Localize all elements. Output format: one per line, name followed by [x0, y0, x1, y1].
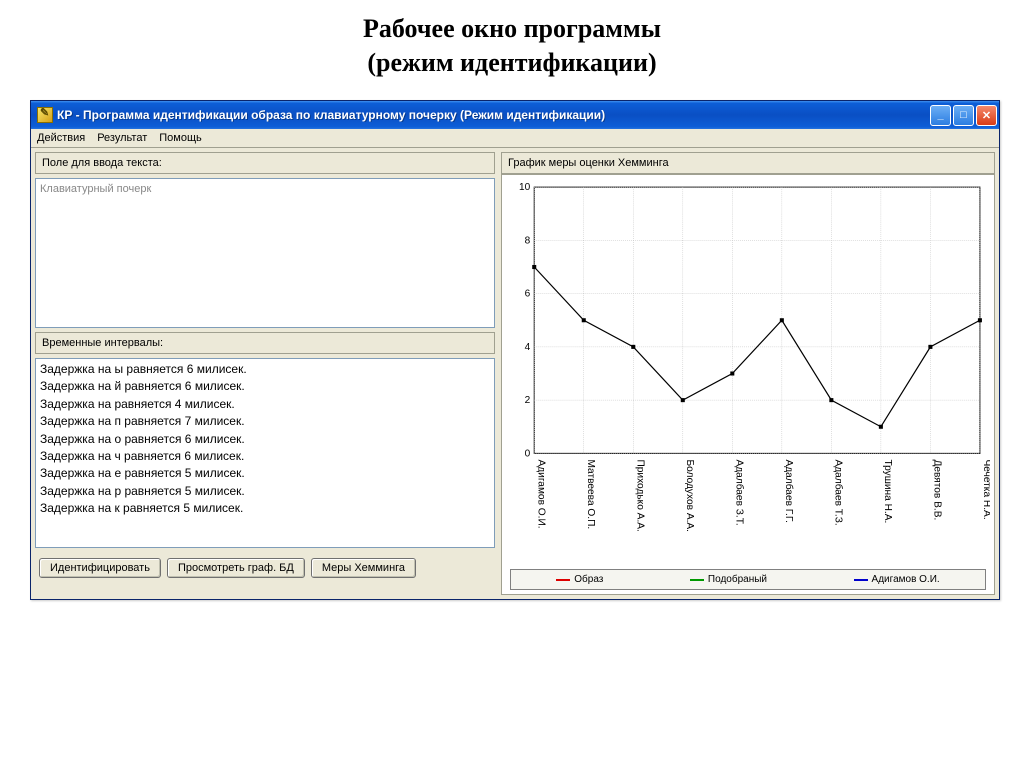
identify-button[interactable]: Идентифицировать: [39, 558, 161, 578]
button-bar: Идентифицировать Просмотреть граф. БД Ме…: [35, 552, 495, 584]
close-button[interactable]: ✕: [976, 105, 997, 126]
input-label: Поле для ввода текста:: [35, 152, 495, 174]
menu-help[interactable]: Помощь: [159, 132, 202, 144]
legend-label-person: Адигамов О.И.: [872, 574, 940, 585]
legend-swatch-blue: [854, 579, 868, 581]
list-item: Задержка на й равняется 6 милисек.: [40, 378, 490, 395]
chart-label: График меры оценки Хемминга: [501, 152, 995, 174]
list-item: Задержка на е равняется 5 милисек.: [40, 465, 490, 482]
legend-item-person: Адигамов О.И.: [854, 574, 940, 585]
svg-text:10: 10: [519, 182, 531, 193]
chart-legend: Образ Подобраный Адигамов О.И.: [510, 569, 986, 590]
svg-text:6: 6: [525, 289, 531, 300]
svg-text:8: 8: [525, 235, 531, 246]
legend-label-image: Образ: [574, 574, 603, 585]
list-item: Задержка на к равняется 5 милисек.: [40, 500, 490, 517]
page-heading: Рабочее окно программы (режим идентифика…: [0, 12, 1024, 80]
list-item: Задержка на п равняется 7 милисек.: [40, 413, 490, 430]
svg-text:2: 2: [525, 395, 531, 406]
svg-text:Адигамов О.И.: Адигамов О.И.: [535, 459, 546, 528]
list-item: Задержка на ы равняется 6 милисек.: [40, 361, 490, 378]
legend-item-image: Образ: [556, 574, 603, 585]
svg-text:Девятов В.В.: Девятов В.В.: [931, 459, 942, 520]
svg-text:Адалбаев Т.З.: Адалбаев Т.З.: [832, 459, 844, 525]
text-input[interactable]: Клавиатурный почерк: [35, 178, 495, 328]
svg-text:4: 4: [525, 342, 531, 353]
menu-result[interactable]: Результат: [97, 132, 147, 144]
chart-frame: 0 2 4 6 8 10 Адигамов О.И. Матвеева О.П. Приходь…: [501, 174, 995, 595]
legend-item-selected: Подобраный: [690, 574, 767, 585]
svg-text:Болодухов А.А.: Болодухов А.А.: [684, 459, 695, 532]
intervals-label: Временные интервалы:: [35, 332, 495, 354]
svg-text:Чечетка Н.А.: Чечетка Н.А.: [981, 459, 990, 519]
svg-text:Приходько А.А.: Приходько А.А.: [634, 459, 645, 531]
titlebar: КР - Программа идентификации образа по к…: [31, 101, 999, 129]
list-item: Задержка на о равняется 6 милисек.: [40, 431, 490, 448]
legend-label-selected: Подобраный: [708, 574, 767, 585]
maximize-button[interactable]: □: [953, 105, 974, 126]
view-graph-button[interactable]: Просмотреть граф. БД: [167, 558, 305, 578]
intervals-list[interactable]: Задержка на ы равняется 6 милисек. Задер…: [35, 358, 495, 548]
menu-bar: Действия Результат Помощь: [31, 129, 999, 148]
page-heading-line1: Рабочее окно программы: [363, 14, 661, 43]
svg-text:Адалбаев Г.Г.: Адалбаев Г.Г.: [783, 459, 795, 522]
minimize-button[interactable]: _: [930, 105, 951, 126]
legend-swatch-red: [556, 579, 570, 581]
list-item: Задержка на р равняется 5 милисек.: [40, 483, 490, 500]
app-icon: [37, 107, 53, 123]
text-input-placeholder: Клавиатурный почерк: [40, 183, 151, 195]
page-heading-line2: (режим идентификации): [367, 48, 656, 77]
svg-text:Трушина Н.А.: Трушина Н.А.: [882, 459, 893, 523]
chart-canvas: 0 2 4 6 8 10 Адигамов О.И. Матвеева О.П. Приходь…: [506, 179, 990, 565]
svg-text:0: 0: [525, 448, 531, 459]
window-title: КР - Программа идентификации образа по к…: [57, 108, 930, 122]
menu-actions[interactable]: Действия: [37, 132, 85, 144]
hamming-button[interactable]: Меры Хемминга: [311, 558, 416, 578]
list-item: Задержка на равняется 4 милисек.: [40, 396, 490, 413]
list-item: Задержка на ч равняется 6 милисек.: [40, 448, 490, 465]
svg-text:Матвеева О.П.: Матвеева О.П.: [585, 459, 596, 529]
svg-text:Адалбаев З.Т.: Адалбаев З.Т.: [733, 459, 745, 525]
legend-swatch-green: [690, 579, 704, 581]
app-window: КР - Программа идентификации образа по к…: [30, 100, 1000, 600]
